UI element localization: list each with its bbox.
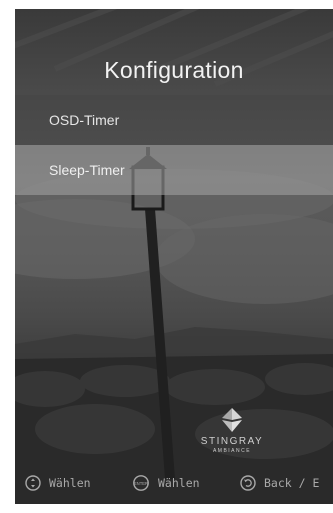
logo-subtitle: AMBIANCE	[212, 448, 252, 454]
hint-label: Wählen	[158, 476, 200, 490]
hint-enter: ENTER Wählen	[132, 475, 200, 491]
menu-item-sleep-timer[interactable]: Sleep-Timer	[15, 145, 333, 195]
tv-screen: Konfiguration OSD-Timer Sleep-Timer STIN…	[15, 9, 333, 504]
menu-item-osd-timer[interactable]: OSD-Timer	[15, 95, 333, 145]
hint-navigate: Wählen	[25, 475, 91, 491]
hint-label: Wählen	[49, 476, 91, 490]
stingray-logo: STINGRAY AMBIANCE	[197, 407, 267, 454]
page-title: Konfiguration	[104, 57, 244, 83]
logo-name: STINGRAY	[200, 436, 264, 447]
enter-button-icon: ENTER	[133, 475, 149, 491]
hint-back: Back / E	[240, 475, 319, 491]
svg-text:ENTER: ENTER	[134, 481, 148, 486]
dpad-updown-icon	[25, 475, 41, 491]
stingray-diamond-logo-icon	[222, 408, 242, 432]
menu-item-label: Sleep-Timer	[49, 162, 125, 178]
back-arrow-icon	[240, 475, 256, 491]
menu-item-label: OSD-Timer	[49, 112, 120, 128]
footer-hints: Wählen ENTER Wählen Back / E	[15, 471, 333, 495]
config-menu: OSD-Timer Sleep-Timer	[15, 95, 333, 195]
hint-label: Back / E	[264, 476, 320, 490]
